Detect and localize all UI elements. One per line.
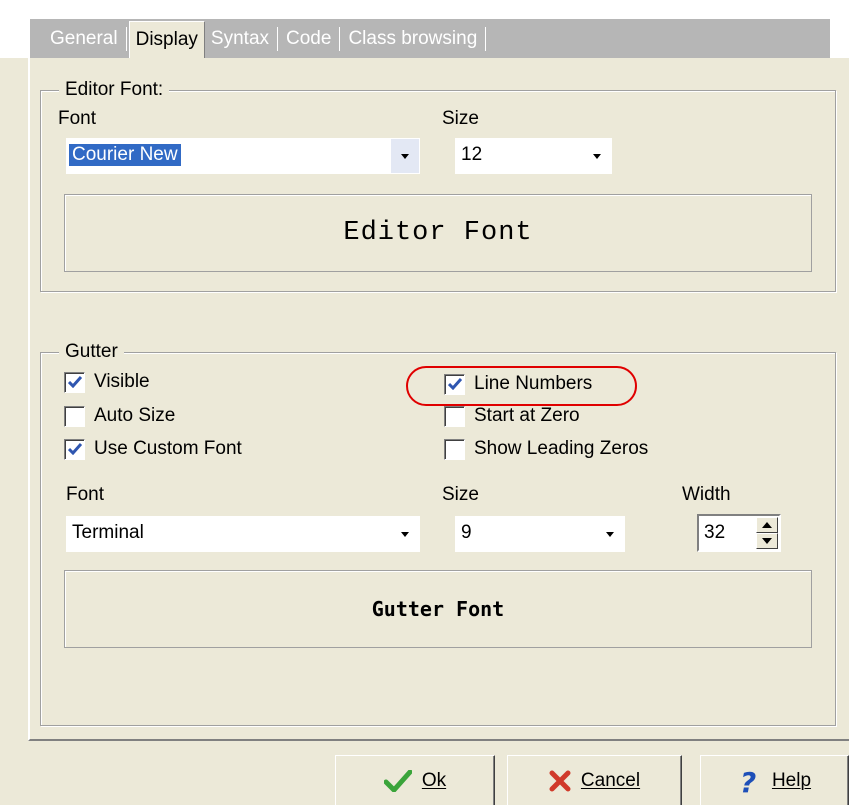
editor-size-combo[interactable]: 12	[455, 138, 612, 174]
chevron-down-icon	[401, 531, 409, 537]
checkbox-box[interactable]	[444, 438, 465, 460]
checkbox-box[interactable]	[64, 371, 85, 393]
checkbox-box[interactable]	[64, 438, 85, 460]
ok-button-label: Ok	[421, 769, 447, 791]
spin-down-button[interactable]	[756, 533, 778, 549]
chevron-down-icon	[606, 531, 614, 537]
help-button[interactable]: ? Help	[700, 755, 849, 805]
tab-separator	[277, 26, 279, 51]
editor-font-preview: Editor Font	[64, 194, 812, 272]
tab-strip: General Display Syntax Code Class browsi…	[30, 19, 830, 60]
visible-checkbox[interactable]: Visible	[64, 371, 150, 393]
editor-font-combo[interactable]: Courier New	[66, 138, 420, 174]
gutter-size-combo[interactable]: 9	[455, 516, 625, 552]
show-leading-zeros-label: Show Leading Zeros	[474, 438, 649, 459]
checkmark-icon	[67, 376, 82, 388]
tab-syntax[interactable]: Syntax	[205, 24, 275, 54]
gutter-font-combo[interactable]: Terminal	[66, 516, 420, 552]
gutter-font-dropdown-button[interactable]	[391, 517, 419, 551]
help-button-label: Help	[771, 769, 812, 791]
question-mark-icon: ?	[738, 767, 762, 795]
svg-text:?: ?	[740, 767, 756, 795]
tab-general[interactable]: General	[44, 24, 124, 54]
tab-separator	[339, 26, 341, 51]
cancel-button[interactable]: Cancel	[507, 755, 682, 805]
spin-buttons	[756, 517, 778, 549]
editor-font-dropdown-button[interactable]	[391, 139, 419, 173]
cancel-button-label: Cancel	[580, 769, 641, 791]
gutter-width-spinbox[interactable]: 32	[697, 514, 781, 552]
gutter-width-value[interactable]: 32	[704, 522, 725, 544]
editor-size-value: 12	[461, 144, 483, 165]
gutter-font-value: Terminal	[72, 522, 144, 543]
editor-font-preview-text: Editor Font	[343, 218, 533, 248]
checkbox-box[interactable]	[64, 405, 85, 427]
gutter-width-label: Width	[682, 484, 731, 505]
gutter-font-preview-text: Gutter Font	[371, 597, 505, 621]
use-custom-font-checkbox[interactable]: Use Custom Font	[64, 438, 242, 460]
start-at-zero-checkbox[interactable]: Start at Zero	[444, 405, 580, 427]
show-leading-zeros-checkbox[interactable]: Show Leading Zeros	[444, 438, 648, 460]
gutter-group-label: Gutter	[59, 341, 124, 363]
gutter-size-value: 9	[461, 522, 472, 543]
start-at-zero-label: Start at Zero	[474, 405, 580, 426]
editor-font-value: Courier New	[69, 144, 181, 166]
visible-label: Visible	[94, 371, 150, 392]
close-icon	[549, 770, 571, 792]
chevron-down-icon	[401, 153, 409, 159]
spin-up-button[interactable]	[756, 517, 778, 533]
editor-size-label: Size	[442, 108, 479, 129]
checkbox-box[interactable]	[444, 405, 465, 427]
arrow-up-icon	[762, 522, 772, 528]
auto-size-label: Auto Size	[94, 405, 176, 426]
editor-font-label: Font	[58, 108, 97, 129]
auto-size-checkbox[interactable]: Auto Size	[64, 405, 175, 427]
editor-font-group-label: Editor Font:	[59, 79, 170, 101]
arrow-down-icon	[762, 538, 772, 544]
ok-button[interactable]: Ok	[335, 755, 495, 805]
editor-size-dropdown-button[interactable]	[583, 139, 611, 173]
gutter-font-label: Font	[66, 484, 105, 505]
tab-separator	[125, 26, 127, 51]
gutter-size-label: Size	[442, 484, 479, 505]
checkmark-icon	[67, 443, 82, 455]
tab-class-browsing[interactable]: Class browsing	[342, 24, 483, 54]
tab-separator	[485, 26, 487, 51]
tab-code[interactable]: Code	[280, 24, 337, 54]
tab-display[interactable]: Display	[128, 20, 205, 60]
gutter-font-preview: Gutter Font	[64, 570, 812, 648]
chevron-down-icon	[593, 153, 601, 159]
annotation-ellipse	[406, 366, 637, 406]
use-custom-font-label: Use Custom Font	[94, 438, 242, 459]
checkmark-icon	[383, 769, 412, 792]
gutter-size-dropdown-button[interactable]	[596, 517, 624, 551]
